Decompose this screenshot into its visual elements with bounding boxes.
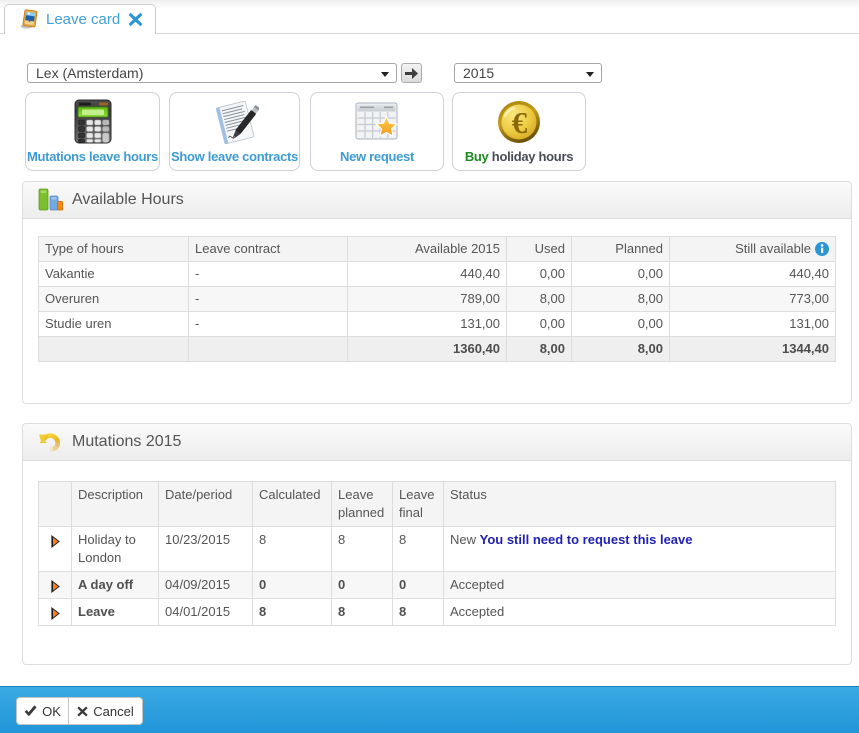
svg-text:€: € [512, 105, 528, 140]
